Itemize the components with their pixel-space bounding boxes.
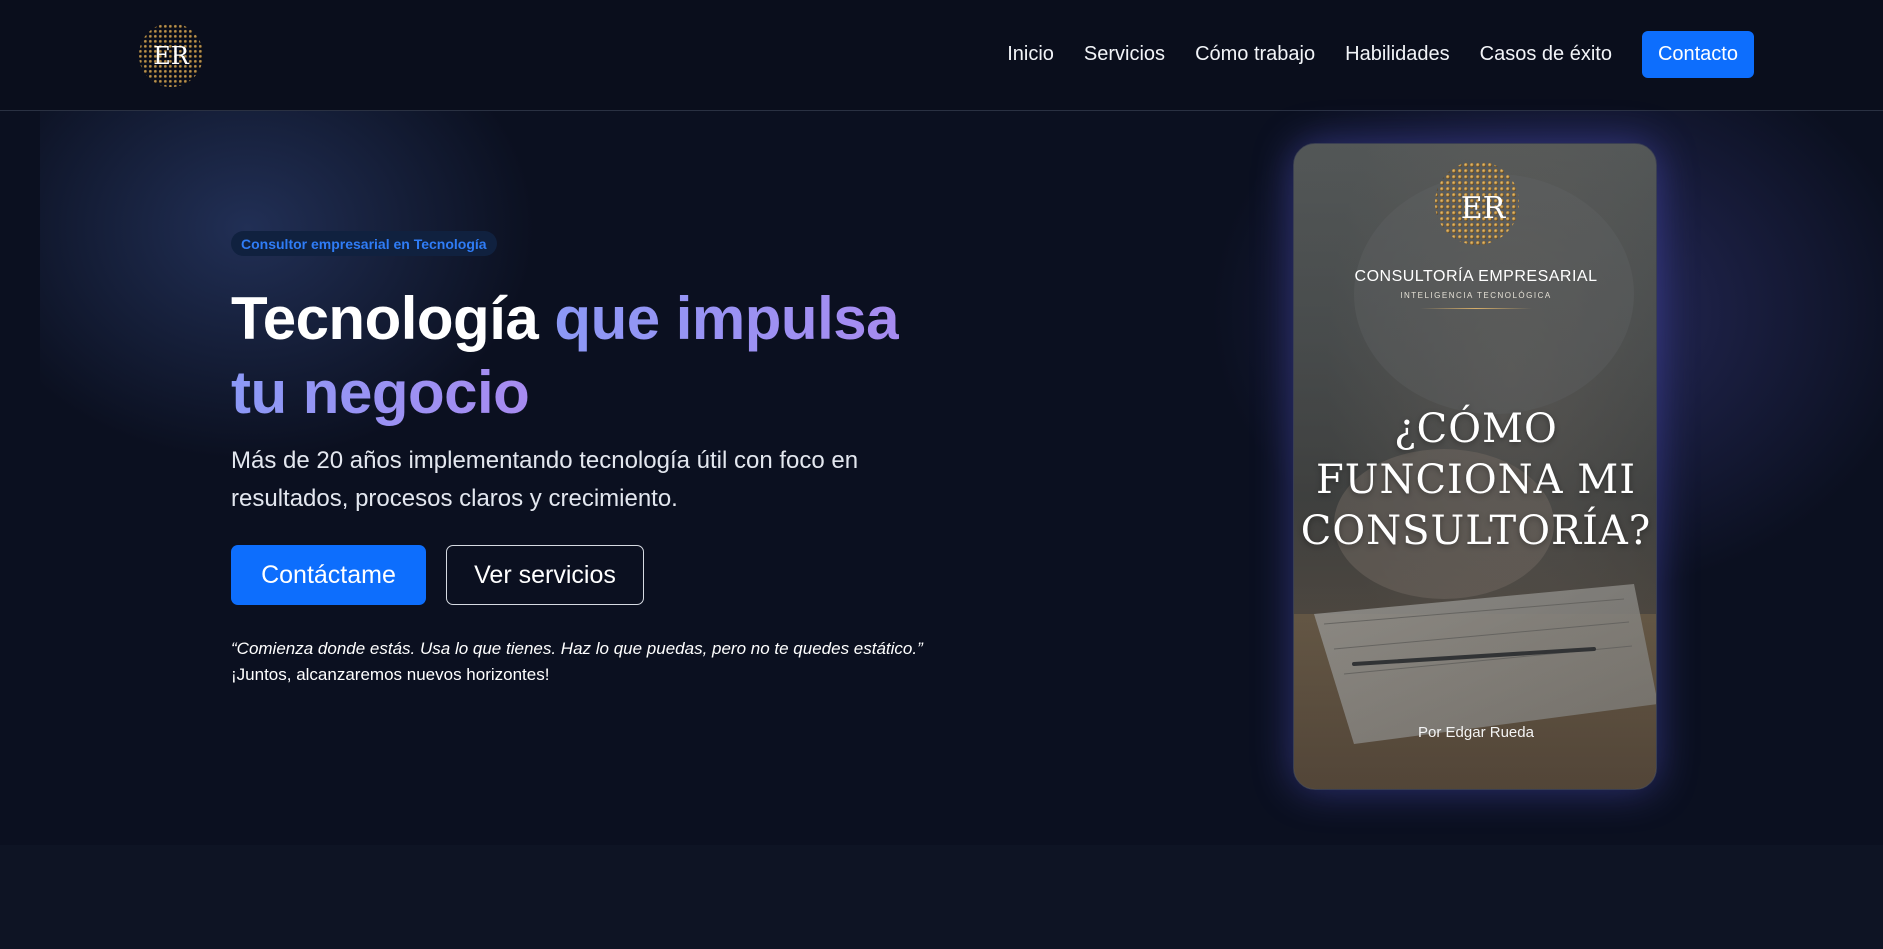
contact-nav-button[interactable]: Contacto (1641, 30, 1754, 78)
nav-link-casos-de-exito[interactable]: Casos de éxito (1480, 43, 1612, 66)
nav-link-habilidades[interactable]: Habilidades (1345, 43, 1450, 66)
view-services-button[interactable]: Ver servicios (446, 545, 644, 605)
main-nav: Inicio Servicios Cómo trabajo Habilidade… (1007, 30, 1754, 78)
card-headline: ¿CÓMO FUNCIONA MI CONSULTORÍA? (1294, 404, 1656, 557)
card-headline-line-2: FUNCIONA MI (1315, 457, 1637, 503)
nav-link-inicio[interactable]: Inicio (1007, 43, 1054, 66)
card-logo-globe: ER (1433, 156, 1521, 250)
hero-title-part3: tu negocio (231, 359, 530, 426)
card-author: Por Edgar Rueda (1418, 724, 1534, 741)
card-divider (1420, 308, 1532, 309)
site-header: ER Inicio Servicios Cómo trabajo Habilid… (0, 0, 1883, 111)
nav-link-servicios[interactable]: Servicios (1084, 43, 1165, 66)
hero-title-part1: Tecnología (231, 285, 539, 352)
hero-title: Tecnología que impulsa tu negocio (231, 282, 951, 430)
consulting-promo-card: ER CONSULTORÍA EMPRESARIAL INTELIGENCIA … (1293, 143, 1657, 790)
hero-subtitle: Más de 20 años implementando tecnología … (231, 447, 859, 512)
card-brand: CONSULTORÍA EMPRESARIAL (1354, 268, 1598, 285)
logo-globe[interactable]: ER (138, 14, 204, 96)
hero-quote-followup: ¡Juntos, alcanzaremos nuevos horizontes! (231, 665, 550, 684)
hero-badge: Consultor empresarial en Tecnología (231, 231, 497, 256)
next-section-band (0, 845, 1883, 949)
card-logo-text: ER (1461, 191, 1507, 226)
card-headline-line-3: CONSULTORÍA? (1300, 508, 1652, 554)
logo-text: ER (153, 42, 190, 70)
hero-title-part2: que impulsa (554, 285, 899, 352)
contact-me-button[interactable]: Contáctame (231, 545, 426, 605)
card-tagline: INTELIGENCIA TECNOLÓGICA (1400, 291, 1552, 300)
nav-link-como-trabajo[interactable]: Cómo trabajo (1195, 43, 1315, 66)
hero-quote: “Comienza donde estás. Usa lo que tienes… (231, 639, 923, 658)
card-headline-line-1: ¿CÓMO (1394, 406, 1558, 452)
